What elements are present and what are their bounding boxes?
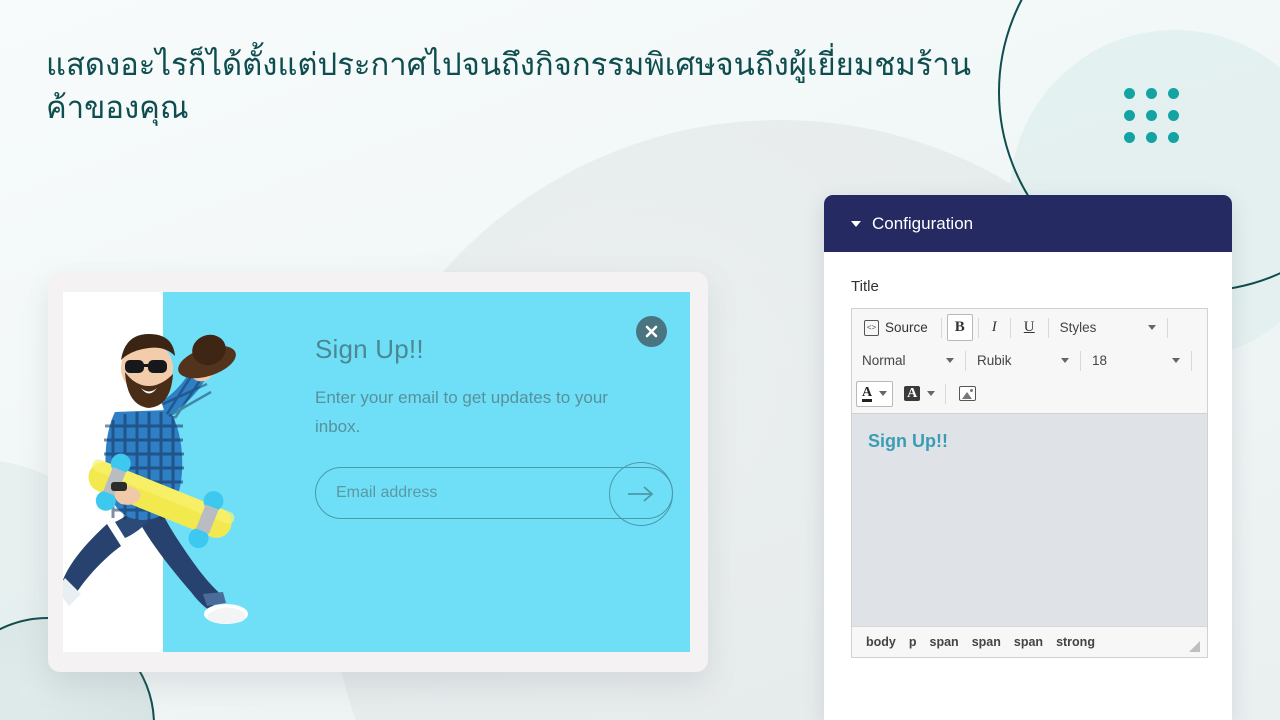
popup-title: Sign Up!!	[315, 334, 424, 364]
skateboarder-illustration	[63, 334, 248, 624]
styles-dropdown[interactable]: Styles	[1054, 314, 1162, 341]
element-path-item[interactable]: span	[972, 635, 1001, 649]
popup-inner: Sign Up!! Enter your email to get update…	[63, 292, 690, 652]
chevron-down-icon	[1061, 358, 1069, 363]
editor-toolbar: <> Source B I U Styles Normal Rubik 18 A…	[852, 309, 1207, 414]
configuration-panel-content: Title <> Source B I U Styles Normal Rubi…	[824, 252, 1232, 720]
editor-element-path-bar: body p span span span strong	[852, 626, 1207, 657]
font-family-dropdown[interactable]: Rubik	[971, 347, 1075, 374]
underline-icon: U	[1023, 319, 1035, 335]
toolbar-divider	[945, 383, 947, 404]
dot-grid-icon	[1124, 88, 1179, 143]
element-path-item[interactable]: span	[930, 635, 959, 649]
toolbar-divider	[1080, 350, 1081, 371]
popup-image	[63, 292, 263, 652]
submit-arrow-button[interactable]	[609, 462, 673, 527]
format-dropdown-label: Normal	[862, 353, 906, 368]
underline-button[interactable]: U	[1016, 314, 1043, 341]
italic-icon: I	[991, 319, 997, 335]
popup-subtitle: Enter your email to get updates to your …	[315, 388, 608, 437]
chevron-down-icon	[946, 358, 954, 363]
editor-content-area[interactable]: Sign Up!!	[852, 414, 1207, 626]
font-size-dropdown-label: 18	[1092, 353, 1108, 368]
element-path-item[interactable]: body	[866, 635, 896, 649]
chevron-down-icon	[1172, 358, 1180, 363]
font-family-dropdown-label: Rubik	[977, 353, 1012, 368]
configuration-panel-title: Configuration	[872, 213, 974, 233]
chevron-down-icon	[879, 391, 888, 396]
popup-preview-card: Sign Up!! Enter your email to get update…	[48, 272, 708, 672]
rich-text-editor: <> Source B I U Styles Normal Rubik 18 A…	[851, 308, 1208, 658]
toolbar-divider	[1191, 350, 1192, 371]
popup-body: Sign Up!! Enter your email to get update…	[263, 292, 690, 652]
chevron-down-icon	[1147, 325, 1156, 330]
resize-grip-icon[interactable]	[1189, 641, 1200, 652]
text-color-icon: A	[862, 384, 873, 402]
toolbar-row-3: A A	[852, 377, 1207, 410]
toolbar-divider	[940, 317, 942, 338]
editor-content-text: Sign Up!!	[868, 431, 948, 451]
background-color-icon: A	[904, 386, 921, 401]
toolbar-row-2: Normal Rubik 18	[852, 344, 1207, 377]
caret-down-icon	[851, 220, 861, 227]
insert-image-button[interactable]	[951, 380, 984, 407]
configuration-panel: Configuration Title <> Source B I U Styl…	[824, 195, 1232, 720]
element-path-item[interactable]: p	[909, 635, 917, 649]
source-button-label: Source	[885, 320, 928, 335]
insert-image-icon	[959, 386, 977, 401]
popup-close-button[interactable]	[636, 316, 667, 347]
toolbar-divider	[977, 317, 979, 338]
email-input-placeholder: Email address	[336, 484, 438, 502]
email-input-group[interactable]: Email address	[315, 462, 673, 527]
text-color-button[interactable]: A	[856, 380, 894, 407]
element-path-item[interactable]: span	[1014, 635, 1043, 649]
toolbar-row-1: <> Source B I U Styles	[852, 311, 1207, 344]
close-icon	[645, 325, 658, 338]
font-size-dropdown[interactable]: 18	[1086, 347, 1186, 374]
format-dropdown[interactable]: Normal	[856, 347, 960, 374]
source-button[interactable]: <> Source	[856, 314, 936, 341]
styles-dropdown-label: Styles	[1059, 320, 1097, 335]
chevron-down-icon	[927, 391, 936, 396]
toolbar-divider	[1009, 317, 1011, 338]
toolbar-divider	[1166, 317, 1168, 338]
source-code-icon: <>	[864, 319, 879, 336]
toolbar-divider	[965, 350, 966, 371]
title-field-label: Title	[851, 278, 879, 295]
background-color-button[interactable]: A	[899, 381, 940, 407]
bold-button[interactable]: B	[946, 314, 973, 341]
italic-button[interactable]: I	[984, 314, 1005, 341]
configuration-panel-header[interactable]: Configuration	[824, 195, 1232, 252]
toolbar-divider	[1047, 317, 1049, 338]
bold-icon: B	[954, 319, 965, 335]
arrow-right-icon	[628, 486, 654, 503]
page-title: แสดงอะไรก็ได้ตั้งแต่ประกาศไปจนถึงกิจกรรม…	[46, 47, 972, 125]
element-path-item[interactable]: strong	[1056, 635, 1095, 649]
